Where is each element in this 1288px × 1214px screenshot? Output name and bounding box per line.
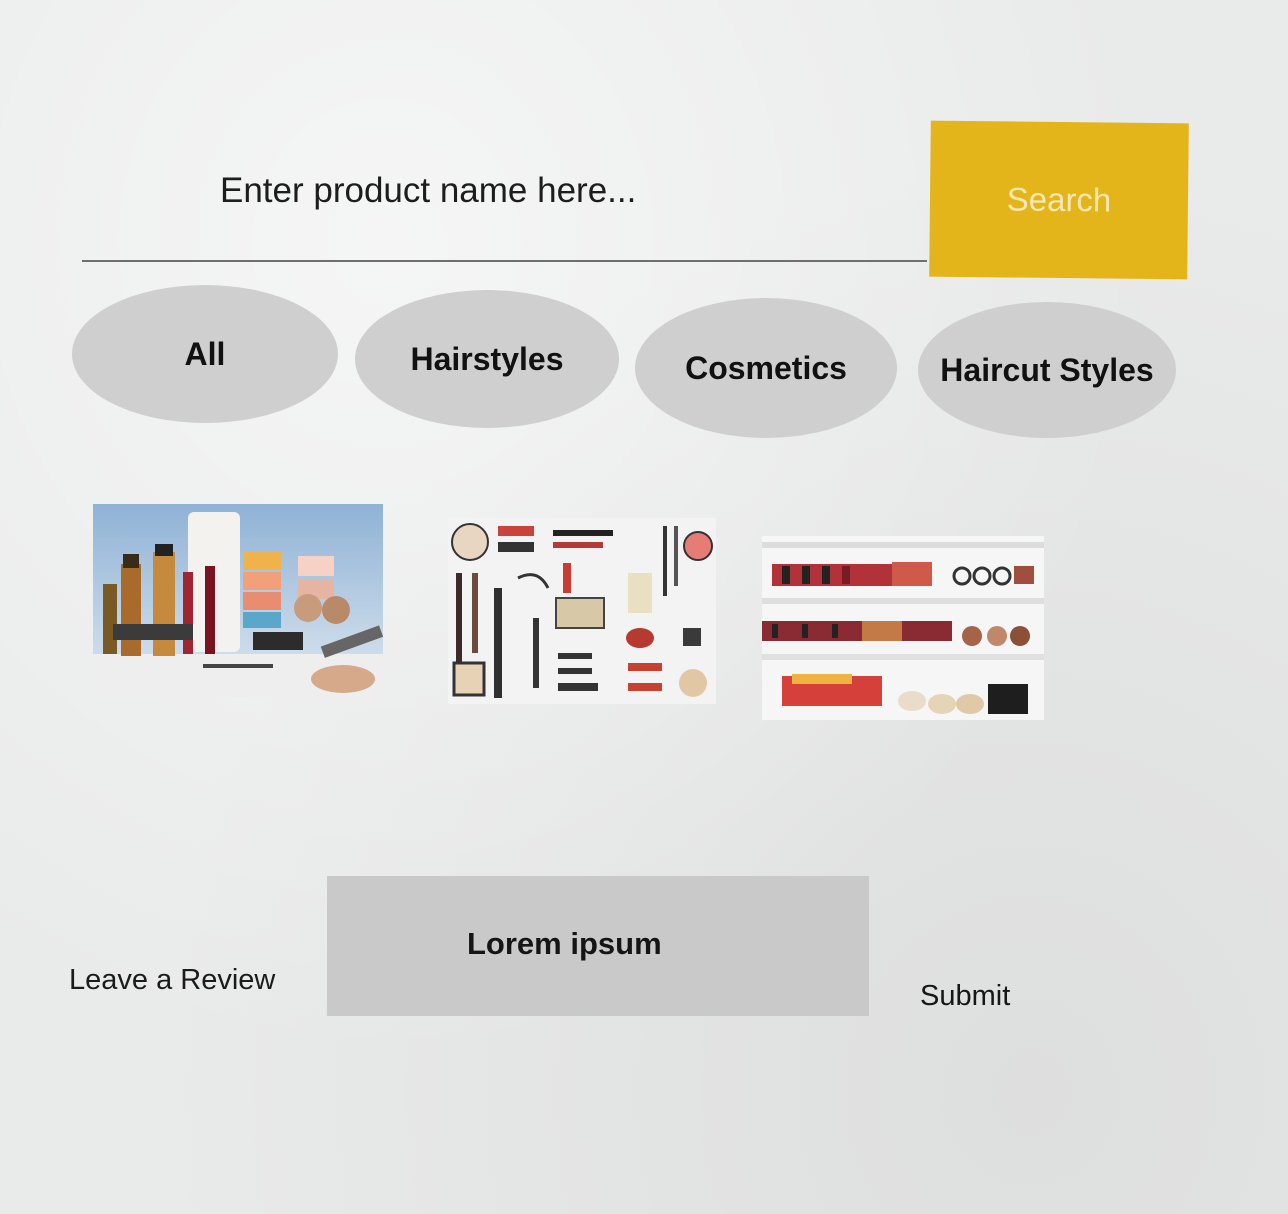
- category-all-button[interactable]: All: [72, 285, 338, 423]
- cosmetics-bottles-photo: [93, 504, 383, 698]
- product-image-cosmetics-bottles[interactable]: [93, 504, 383, 698]
- category-cosmetics-button[interactable]: Cosmetics: [635, 298, 897, 438]
- review-input[interactable]: Lorem ipsum: [327, 876, 869, 1016]
- category-label: Cosmetics: [685, 349, 847, 386]
- category-label: All: [184, 335, 226, 372]
- category-label: Hairstyles: [410, 340, 564, 377]
- review-text: Lorem ipsum: [467, 926, 662, 961]
- makeup-flatlay-photo: [448, 518, 716, 704]
- category-hairstyles-button[interactable]: Hairstyles: [355, 290, 619, 428]
- review-label: Leave a Review: [69, 964, 276, 996]
- category-haircut-styles-button[interactable]: Haircut Styles: [918, 302, 1176, 438]
- product-image-makeup-flatlay[interactable]: [448, 518, 716, 704]
- submit-button[interactable]: Submit: [920, 980, 1010, 1013]
- product-image-cosmetics-store[interactable]: [762, 536, 1044, 720]
- search-button[interactable]: Search: [929, 120, 1189, 280]
- search-input[interactable]: [82, 150, 927, 262]
- cosmetics-store-shelves-photo: [762, 536, 1044, 720]
- category-label: Haircut Styles: [940, 351, 1154, 388]
